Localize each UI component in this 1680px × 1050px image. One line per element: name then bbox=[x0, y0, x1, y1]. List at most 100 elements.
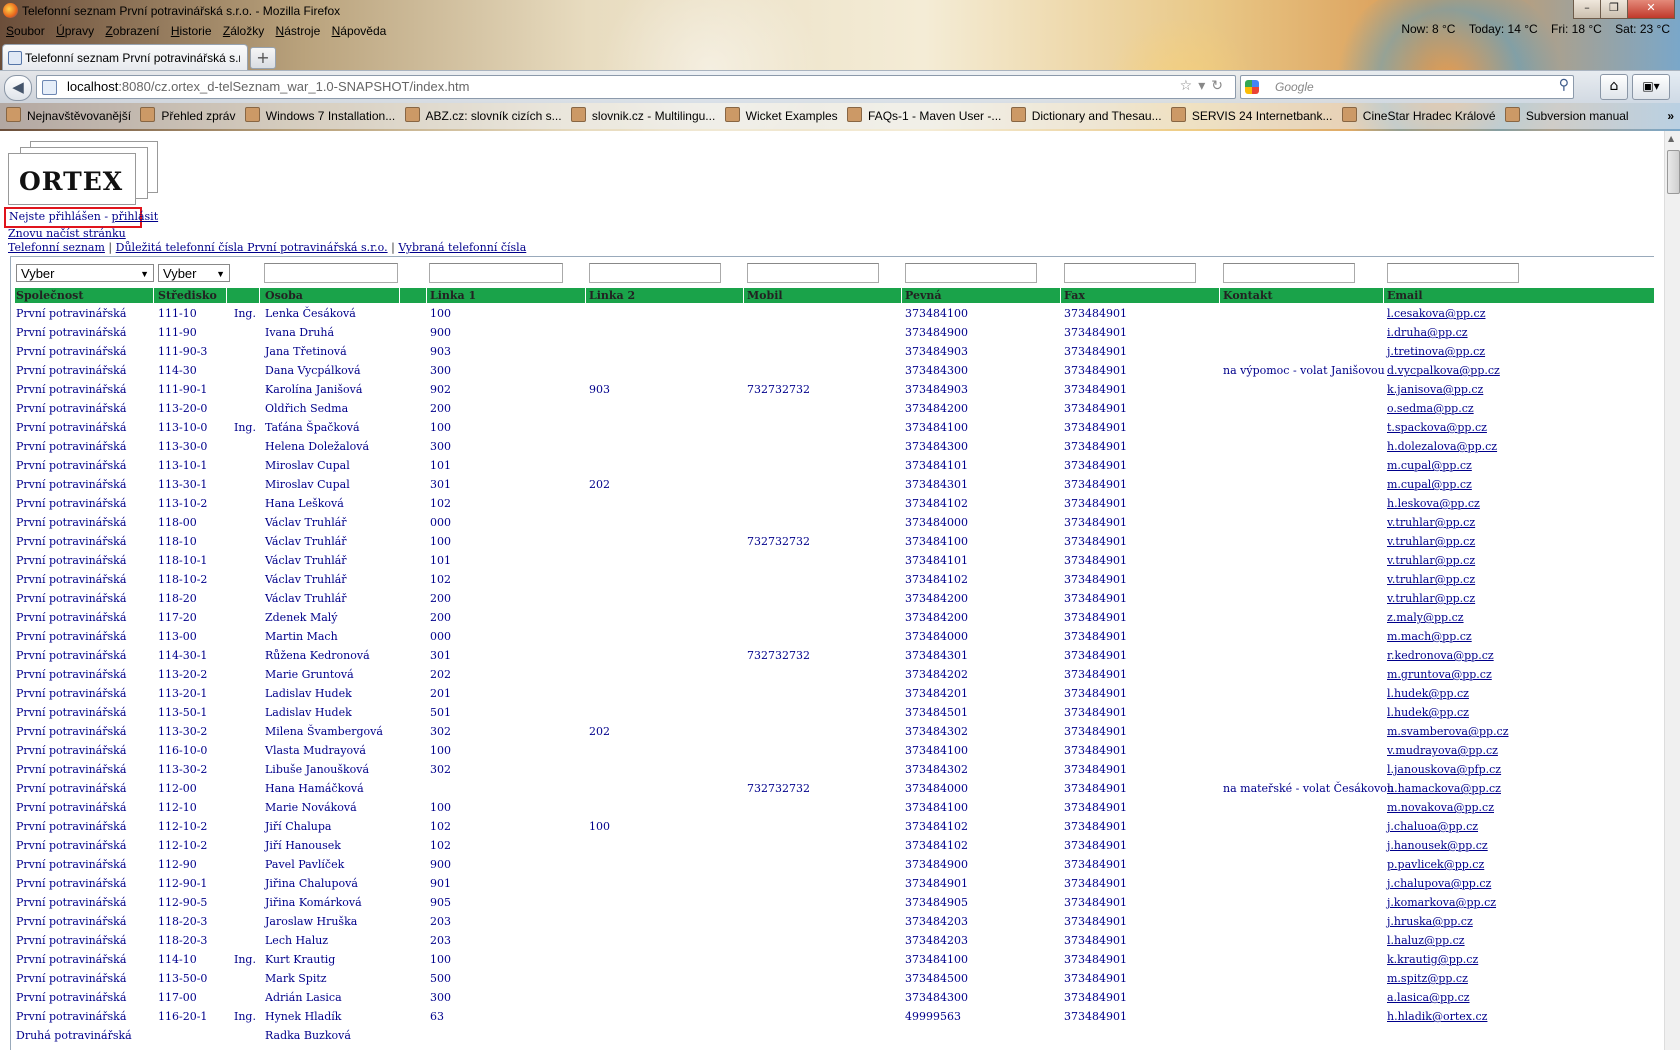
cell-email[interactable]: j.hruska@pp.cz bbox=[1387, 915, 1473, 928]
cell-email[interactable]: l.hudek@pp.cz bbox=[1387, 687, 1469, 700]
header-fax[interactable]: Fax bbox=[1064, 288, 1085, 303]
google-icon[interactable] bbox=[1245, 80, 1259, 94]
header-line2[interactable]: Linka 2 bbox=[589, 288, 635, 303]
cell-email[interactable]: k.krautig@pp.cz bbox=[1387, 953, 1478, 966]
bookmark-item[interactable]: Wicket Examples bbox=[724, 103, 838, 129]
mobile-filter-input[interactable] bbox=[747, 263, 879, 283]
header-company[interactable]: Společnost bbox=[16, 288, 83, 303]
cell-email[interactable]: j.chalupova@pp.cz bbox=[1387, 877, 1491, 890]
close-window-button[interactable]: ✕ bbox=[1627, 0, 1675, 19]
bookmarks-overflow-button[interactable]: » bbox=[1667, 103, 1674, 129]
header-contact[interactable]: Kontakt bbox=[1223, 288, 1273, 303]
reload-icon[interactable]: ↻ bbox=[1211, 78, 1229, 94]
site-identity-icon[interactable] bbox=[42, 80, 57, 95]
cell-email[interactable]: m.mach@pp.cz bbox=[1387, 630, 1472, 643]
dropdown-icon[interactable]: ▾ bbox=[1198, 78, 1211, 94]
line2-filter-input[interactable] bbox=[589, 263, 721, 283]
cell-email[interactable]: m.spitz@pp.cz bbox=[1387, 972, 1468, 985]
weather-widget[interactable]: Now: 8 °C Today: 14 °C Fri: 18 °C Sat: 2… bbox=[1391, 22, 1670, 36]
cell-email[interactable]: j.tretinova@pp.cz bbox=[1387, 345, 1485, 358]
cell-email[interactable]: v.mudrayova@pp.cz bbox=[1387, 744, 1498, 757]
cell-email[interactable]: m.cupal@pp.cz bbox=[1387, 478, 1472, 491]
nav-dulezita-cisla[interactable]: Důležitá telefonní čísla První potraviná… bbox=[116, 241, 388, 254]
cell-email[interactable]: i.druha@pp.cz bbox=[1387, 326, 1468, 339]
minimize-button[interactable]: – bbox=[1573, 0, 1601, 19]
cell-email[interactable]: t.spackova@pp.cz bbox=[1387, 421, 1487, 434]
fax-filter-input[interactable] bbox=[1064, 263, 1196, 283]
login-link[interactable]: přihlásit bbox=[112, 210, 159, 223]
cell-email[interactable]: m.cupal@pp.cz bbox=[1387, 459, 1472, 472]
url-bar[interactable]: localhost:8080/cz.ortex_d-telSeznam_war_… bbox=[36, 75, 1236, 99]
bookmark-item[interactable]: Nejnavštěvovanější bbox=[6, 103, 131, 129]
menu-napoveda[interactable]: Nápověda bbox=[332, 21, 387, 41]
new-tab-button[interactable]: + bbox=[250, 47, 276, 69]
reload-page-link[interactable]: Znovu načíst stránku bbox=[8, 227, 126, 240]
cell-email[interactable]: m.gruntova@pp.cz bbox=[1387, 668, 1492, 681]
cell-email[interactable]: l.haluz@pp.cz bbox=[1387, 934, 1465, 947]
cell-email[interactable]: l.cesakova@pp.cz bbox=[1387, 307, 1485, 320]
bookmark-item[interactable]: slovnik.cz - Multilingu... bbox=[570, 103, 715, 129]
header-mobile[interactable]: Mobil bbox=[747, 288, 783, 303]
contact-filter-input[interactable] bbox=[1223, 263, 1355, 283]
scrollbar-thumb[interactable] bbox=[1667, 150, 1680, 194]
menu-soubor[interactable]: Soubor bbox=[6, 21, 45, 41]
cell-email[interactable]: z.maly@pp.cz bbox=[1387, 611, 1464, 624]
cell-email[interactable]: o.sedma@pp.cz bbox=[1387, 402, 1474, 415]
menu-zobrazeni[interactable]: Zobrazení bbox=[105, 21, 159, 41]
cell-email[interactable]: j.chaluoa@pp.cz bbox=[1387, 820, 1478, 833]
header-center[interactable]: Středisko bbox=[158, 288, 217, 303]
bookmark-item[interactable]: FAQs-1 - Maven User -... bbox=[847, 103, 1001, 129]
header-email[interactable]: Email bbox=[1387, 288, 1423, 303]
cell-email[interactable]: h.hamackova@pp.cz bbox=[1387, 782, 1501, 795]
cell-email[interactable]: m.novakova@pp.cz bbox=[1387, 801, 1494, 814]
line1-filter-input[interactable] bbox=[429, 263, 563, 283]
cell-email[interactable]: v.truhlar@pp.cz bbox=[1387, 535, 1475, 548]
restore-button[interactable]: ❐ bbox=[1600, 0, 1628, 19]
back-button[interactable]: ◀ bbox=[4, 75, 32, 101]
company-filter-select[interactable]: Vyber ▼ bbox=[16, 264, 154, 282]
cell-email[interactable]: l.janouskova@pfp.cz bbox=[1387, 763, 1501, 776]
bookmark-item[interactable]: ABZ.cz: slovník cizích s... bbox=[404, 103, 562, 129]
cell-email[interactable]: h.hladik@ortex.cz bbox=[1387, 1010, 1487, 1023]
menu-historie[interactable]: Historie bbox=[171, 21, 212, 41]
nav-telefonni-seznam[interactable]: Telefonní seznam bbox=[8, 241, 105, 254]
bookmark-item[interactable]: Dictionary and Thesau... bbox=[1010, 103, 1162, 129]
header-line1[interactable]: Linka 1 bbox=[430, 288, 476, 303]
menu-upravy[interactable]: Úpravy bbox=[56, 21, 94, 41]
cell-email[interactable]: h.leskova@pp.cz bbox=[1387, 497, 1480, 510]
cell-email[interactable]: v.truhlar@pp.cz bbox=[1387, 592, 1475, 605]
person-filter-input[interactable] bbox=[264, 263, 398, 283]
menu-nastroje[interactable]: Nástroje bbox=[276, 21, 321, 41]
bookmark-item[interactable]: CineStar Hradec Králové bbox=[1341, 103, 1496, 129]
cell-email[interactable]: v.truhlar@pp.cz bbox=[1387, 516, 1475, 529]
addon-button[interactable]: ▣▾ bbox=[1632, 74, 1670, 100]
scroll-up-icon[interactable]: ▲ bbox=[1668, 134, 1674, 143]
menu-zalozky[interactable]: Záložky bbox=[223, 21, 264, 41]
cell-email[interactable]: p.pavlicek@pp.cz bbox=[1387, 858, 1484, 871]
bookmark-item[interactable]: SERVIS 24 Internetbank... bbox=[1170, 103, 1332, 129]
landline-filter-input[interactable] bbox=[905, 263, 1037, 283]
header-person[interactable]: Osoba bbox=[265, 288, 303, 303]
home-button[interactable]: ⌂ bbox=[1600, 74, 1628, 100]
vertical-scrollbar[interactable]: ▲ bbox=[1664, 131, 1680, 1050]
header-landline[interactable]: Pevná bbox=[905, 288, 942, 303]
cell-email[interactable]: j.hanousek@pp.cz bbox=[1387, 839, 1488, 852]
cell-email[interactable]: r.kedronova@pp.cz bbox=[1387, 649, 1494, 662]
cell-email[interactable]: h.dolezalova@pp.cz bbox=[1387, 440, 1497, 453]
nav-vybrana-cisla[interactable]: Vybraná telefonní čísla bbox=[398, 241, 526, 254]
bookmark-star-icon[interactable]: ☆ bbox=[1180, 78, 1199, 94]
cell-email[interactable]: m.svamberova@pp.cz bbox=[1387, 725, 1509, 738]
cell-email[interactable]: v.truhlar@pp.cz bbox=[1387, 573, 1475, 586]
email-filter-input[interactable] bbox=[1387, 263, 1519, 283]
tab-telefonni-seznam[interactable]: Telefonní seznam První potravinářská s.r… bbox=[2, 44, 248, 71]
bookmark-item[interactable]: Přehled zpráv bbox=[140, 103, 235, 129]
search-icon[interactable]: ⚲ bbox=[1559, 77, 1569, 93]
center-filter-select[interactable]: Vyber ▼ bbox=[158, 264, 230, 282]
bookmark-item[interactable]: Subversion manual bbox=[1504, 103, 1629, 129]
search-bar[interactable]: Google ⚲ bbox=[1240, 75, 1574, 99]
cell-email[interactable]: k.janisova@pp.cz bbox=[1387, 383, 1483, 396]
bookmark-item[interactable]: Windows 7 Installation... bbox=[244, 103, 395, 129]
cell-email[interactable]: l.hudek@pp.cz bbox=[1387, 706, 1469, 719]
window-titlebar[interactable]: Telefonní seznam První potravinářská s.r… bbox=[0, 0, 1680, 22]
cell-email[interactable]: a.lasica@pp.cz bbox=[1387, 991, 1470, 1004]
